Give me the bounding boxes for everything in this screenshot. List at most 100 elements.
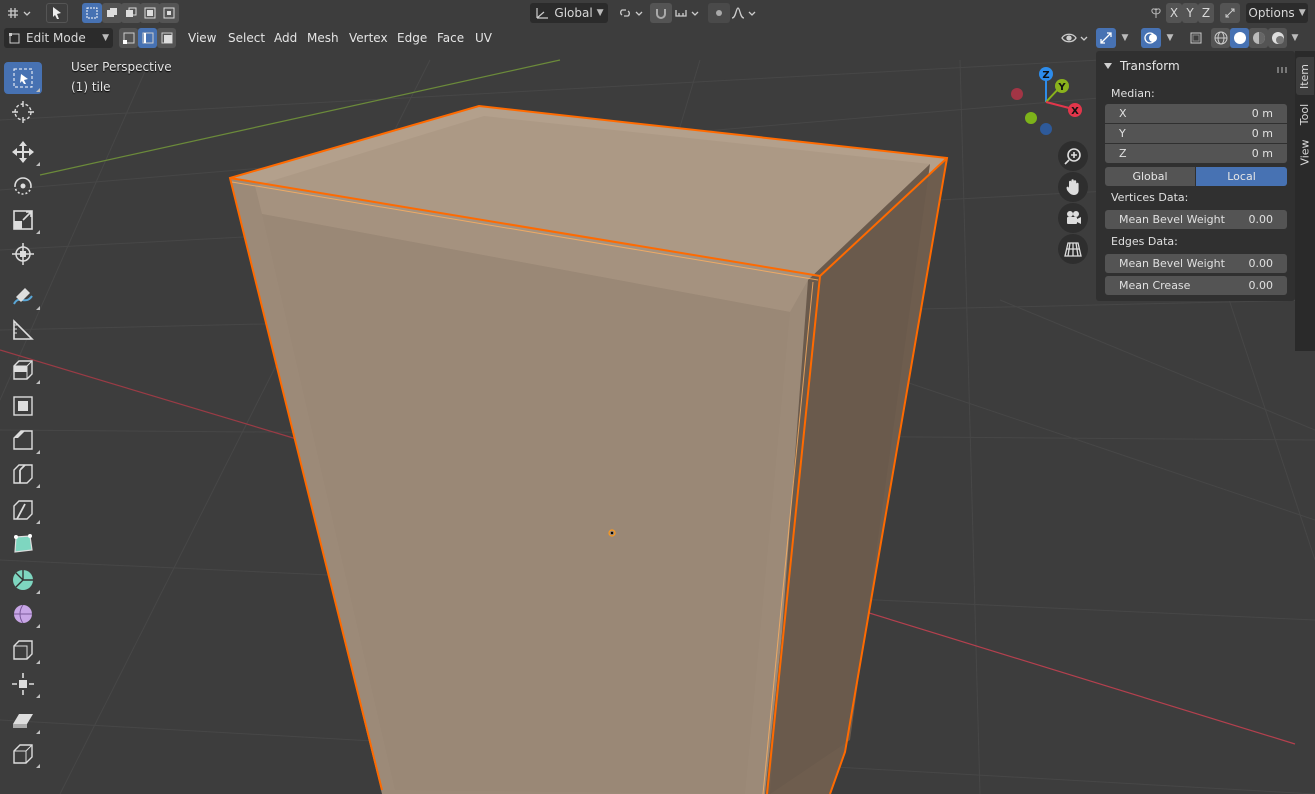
- tab-item[interactable]: Item: [1296, 57, 1314, 95]
- material-shading-button[interactable]: [1249, 28, 1268, 48]
- auto-merge-icon: [1225, 8, 1235, 18]
- proportional-edit-toggle[interactable]: [708, 3, 730, 23]
- scale-tool[interactable]: [4, 204, 42, 236]
- zoom-button[interactable]: [1058, 141, 1088, 171]
- poly-build-tool[interactable]: [4, 528, 42, 560]
- rotate-tool[interactable]: [4, 170, 42, 202]
- menu-view[interactable]: View: [184, 28, 220, 48]
- transform-panel-header[interactable]: Transform: [1096, 55, 1295, 77]
- menu-add[interactable]: Add: [270, 28, 301, 48]
- face-select-mode[interactable]: [157, 28, 176, 48]
- xray-toggle[interactable]: [1186, 28, 1206, 48]
- select-intersect-button[interactable]: [159, 3, 179, 23]
- space-global-button[interactable]: Global: [1105, 167, 1195, 186]
- menu-select[interactable]: Select: [224, 28, 269, 48]
- gizmo-dropdown[interactable]: ▼: [1116, 28, 1134, 48]
- select-box-tool[interactable]: [4, 62, 42, 94]
- rip-region-tool[interactable]: [4, 738, 42, 770]
- pivot-point-dropdown[interactable]: [616, 3, 646, 23]
- measure-tool[interactable]: [4, 314, 42, 346]
- header-mode: Edit Mode ▼ View Select Add Mesh Vertex …: [0, 26, 1315, 51]
- shear-tool[interactable]: [4, 704, 42, 736]
- menu-edge[interactable]: Edge: [393, 28, 431, 48]
- proportional-falloff-dropdown[interactable]: [730, 3, 760, 23]
- mirror-y-toggle[interactable]: Y: [1182, 3, 1198, 23]
- face-select-icon: [161, 32, 172, 44]
- edge-crease-field[interactable]: Mean Crease 0.00: [1105, 276, 1287, 295]
- overlays-dropdown[interactable]: ▼: [1161, 28, 1179, 48]
- auto-merge-toggle[interactable]: [1220, 3, 1240, 23]
- smooth-tool[interactable]: [4, 598, 42, 630]
- pan-button[interactable]: [1058, 172, 1088, 202]
- menu-face[interactable]: Face: [433, 28, 468, 48]
- tab-view[interactable]: View: [1296, 133, 1314, 171]
- measure-ruler-icon: [13, 319, 34, 340]
- edge-bevel-weight-field[interactable]: Mean Bevel Weight 0.00: [1105, 254, 1287, 273]
- sidebar-item-panel: Transform Median: X 0 m Y 0 m Z 0 m Glob…: [1096, 51, 1295, 301]
- visibility-dropdown[interactable]: [1060, 28, 1092, 48]
- annotate-tool[interactable]: [4, 280, 42, 312]
- options-dropdown[interactable]: Options ▼: [1246, 3, 1308, 23]
- pivot-link-icon: [620, 9, 643, 17]
- gizmo-toggle[interactable]: [1096, 28, 1116, 48]
- ortho-toggle-button[interactable]: [1058, 234, 1088, 264]
- navigation-gizmo[interactable]: Z Y X: [1005, 62, 1090, 142]
- edge-slide-tool[interactable]: [4, 634, 42, 666]
- gizmo-neg-x[interactable]: [1011, 88, 1023, 100]
- wireframe-shading-button[interactable]: [1211, 28, 1230, 48]
- median-y-field[interactable]: Y 0 m: [1105, 124, 1287, 143]
- bevel-icon: [13, 430, 33, 450]
- select-extend-button[interactable]: [102, 3, 122, 23]
- camera-view-button[interactable]: [1058, 203, 1088, 233]
- select-subtract-button[interactable]: [121, 3, 141, 23]
- loop-cut-tool[interactable]: [4, 458, 42, 490]
- select-box-icon: [13, 68, 33, 88]
- vertex-bevel-weight-field[interactable]: Mean Bevel Weight 0.00: [1105, 210, 1287, 229]
- vertex-select-icon: [122, 32, 134, 44]
- inset-faces-tool[interactable]: [4, 390, 42, 422]
- spin-tool[interactable]: [4, 564, 42, 596]
- select-new-button[interactable]: [82, 3, 102, 23]
- mirror-toggle[interactable]: [1145, 3, 1167, 23]
- select-extend-icon: [107, 8, 117, 17]
- tab-tool[interactable]: Tool: [1296, 95, 1314, 133]
- gizmo-x-label: X: [1071, 106, 1079, 117]
- cursor-tool[interactable]: [4, 96, 42, 128]
- menu-vertex[interactable]: Vertex: [345, 28, 392, 48]
- chevron-down-icon: ▼: [1166, 33, 1174, 43]
- bevel-tool[interactable]: [4, 424, 42, 456]
- spin-icon: [13, 570, 33, 590]
- shading-dropdown[interactable]: ▼: [1287, 28, 1303, 48]
- overlays-toggle[interactable]: [1141, 28, 1161, 48]
- median-x-axis: X: [1119, 107, 1127, 120]
- menu-uv[interactable]: UV: [471, 28, 496, 48]
- snap-target-dropdown[interactable]: [673, 3, 703, 23]
- vertex-select-mode[interactable]: [119, 28, 138, 48]
- mode-dropdown[interactable]: Edit Mode ▼: [4, 28, 113, 48]
- gizmo-z-label: Z: [1042, 70, 1049, 81]
- knife-tool[interactable]: [4, 494, 42, 526]
- snap-toggle[interactable]: [650, 3, 672, 23]
- mirror-x-toggle[interactable]: X: [1166, 3, 1182, 23]
- shrink-fatten-tool[interactable]: [4, 668, 42, 700]
- edge-select-mode[interactable]: [138, 28, 157, 48]
- material-sphere-icon: [1252, 32, 1265, 44]
- gizmo-neg-y[interactable]: [1025, 112, 1037, 124]
- mirror-z-toggle[interactable]: Z: [1198, 3, 1214, 23]
- rendered-shading-button[interactable]: [1268, 28, 1287, 48]
- gizmo-neg-z[interactable]: [1040, 123, 1052, 135]
- menu-mesh[interactable]: Mesh: [303, 28, 343, 48]
- solid-shading-button[interactable]: [1230, 28, 1249, 48]
- drag-grip-icon[interactable]: [1277, 67, 1287, 73]
- space-local-button[interactable]: Local: [1196, 167, 1287, 186]
- solid-sphere-icon: [1233, 32, 1246, 44]
- tool-cursor-button[interactable]: [46, 3, 68, 23]
- median-x-field[interactable]: X 0 m: [1105, 104, 1287, 123]
- select-invert-button[interactable]: [140, 3, 160, 23]
- transform-orientation-dropdown[interactable]: Global ▼: [530, 3, 608, 23]
- transform-tool[interactable]: [4, 238, 42, 270]
- move-tool[interactable]: [4, 136, 42, 168]
- median-z-field[interactable]: Z 0 m: [1105, 144, 1287, 163]
- extrude-tool[interactable]: [4, 354, 42, 386]
- editor-type-button[interactable]: [4, 3, 34, 23]
